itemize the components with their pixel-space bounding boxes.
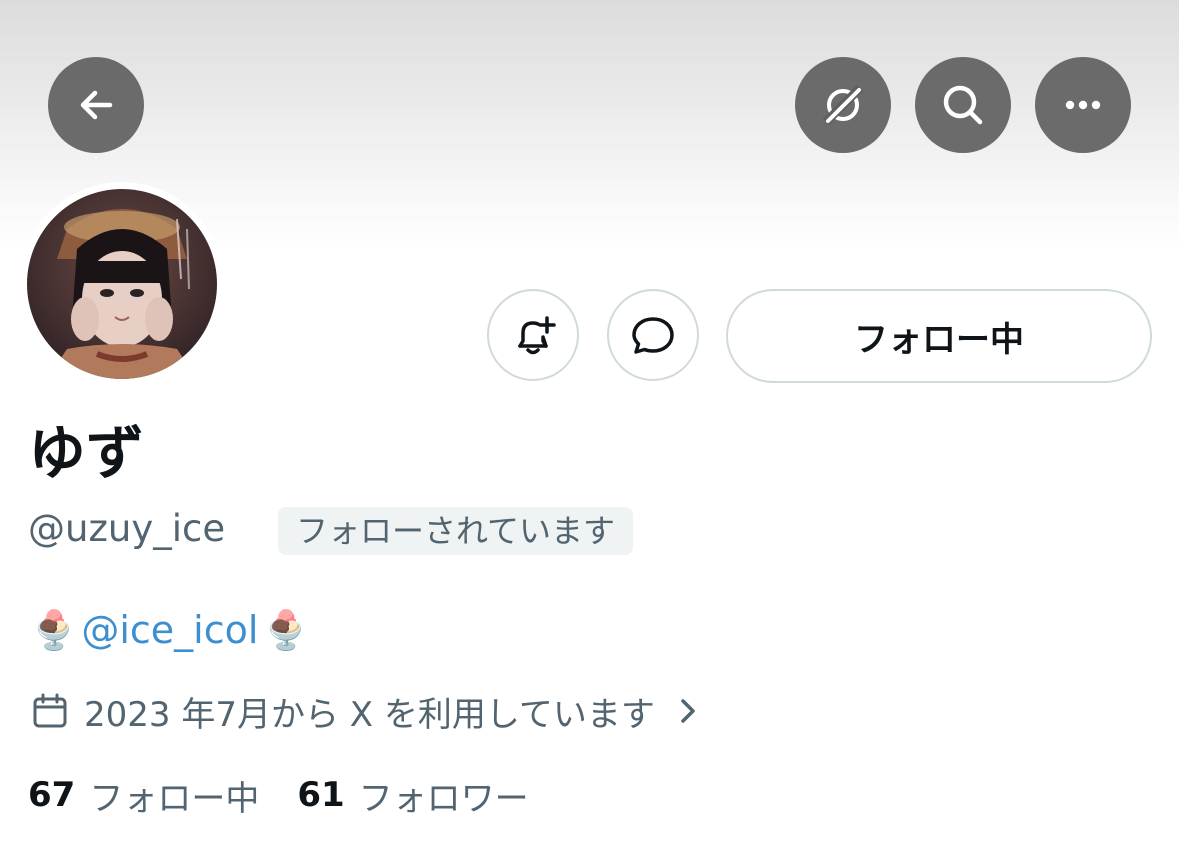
calendar-icon bbox=[33, 693, 67, 728]
grok-button[interactable] bbox=[795, 57, 891, 153]
message-bubble-icon bbox=[632, 317, 674, 354]
bell-plus-icon bbox=[518, 316, 556, 355]
follows-you-badge: フォローされています bbox=[278, 507, 634, 555]
more-horizontal-icon bbox=[1065, 100, 1101, 110]
back-button[interactable] bbox=[48, 57, 144, 153]
following-label: フォロー中 bbox=[89, 778, 260, 819]
chevron-right-icon bbox=[681, 699, 695, 723]
search-icon bbox=[943, 85, 983, 125]
followers-count: 61 bbox=[297, 775, 345, 815]
following-button-label: フォロー中 bbox=[854, 319, 1024, 360]
username-handle: @uzuy_ice bbox=[28, 507, 226, 550]
ice-cream-emoji-right: 🍨 bbox=[262, 607, 310, 652]
notify-button[interactable] bbox=[487, 289, 579, 381]
avatar-image bbox=[27, 189, 217, 379]
following-count: 67 bbox=[28, 775, 76, 815]
avatar[interactable] bbox=[27, 189, 217, 379]
more-button[interactable] bbox=[1035, 57, 1131, 153]
bio-mention-link[interactable]: @ice_icol bbox=[81, 608, 258, 652]
search-button[interactable] bbox=[915, 57, 1011, 153]
arrow-left-icon bbox=[80, 90, 113, 120]
grok-icon bbox=[822, 84, 864, 126]
message-button[interactable] bbox=[607, 289, 699, 381]
joined-date-row[interactable]: 2023 年7月から X を利用しています bbox=[30, 686, 705, 736]
joined-date-text: 2023 年7月から X を利用しています bbox=[84, 694, 655, 735]
followers-label: フォロワー bbox=[358, 778, 529, 819]
following-stat[interactable]: 67 フォロー中 bbox=[28, 771, 259, 820]
profile-bio: 🍨 @ice_icol 🍨 bbox=[30, 600, 310, 660]
follow-stats: 67 フォロー中 61 フォロワー bbox=[28, 770, 529, 820]
display-name: ゆず bbox=[28, 419, 145, 487]
ice-cream-emoji-left: 🍨 bbox=[30, 607, 78, 652]
followers-stat[interactable]: 61 フォロワー bbox=[297, 771, 528, 820]
following-button[interactable]: フォロー中 bbox=[726, 289, 1152, 383]
